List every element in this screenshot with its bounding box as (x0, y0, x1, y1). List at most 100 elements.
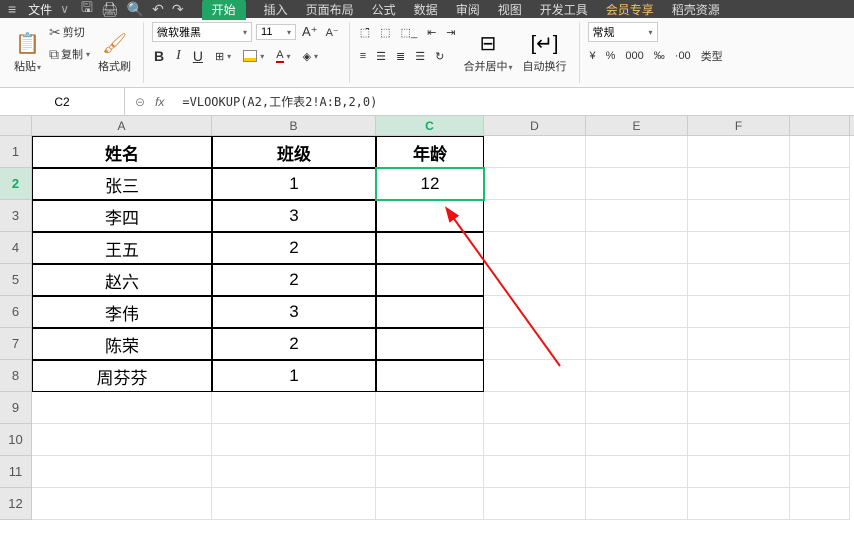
currency-button[interactable]: ¥ (588, 49, 598, 63)
border-button[interactable]: ⊞▾ (213, 49, 233, 64)
underline-button[interactable]: U (191, 47, 205, 65)
cell-style-button[interactable]: ◈▾ (301, 49, 320, 64)
cell-C10[interactable] (376, 424, 484, 456)
cell-A2[interactable]: 张三 (32, 168, 212, 200)
save-icon[interactable]: 🖫 (81, 0, 93, 21)
col-header-D[interactable]: D (484, 116, 586, 135)
cell-G7[interactable] (790, 328, 850, 360)
row-header-12[interactable]: 12 (0, 488, 32, 520)
cell-C9[interactable] (376, 392, 484, 424)
font-name-select[interactable]: 微软雅黑▾ (152, 22, 252, 42)
cell-E12[interactable] (586, 488, 688, 520)
row-header-4[interactable]: 4 (0, 232, 32, 264)
cell-D10[interactable] (484, 424, 586, 456)
row-header-11[interactable]: 11 (0, 456, 32, 488)
cell-B3[interactable]: 3 (212, 200, 376, 232)
increase-indent-button[interactable]: ⇥ (444, 25, 457, 40)
cell-B1[interactable]: 班级 (212, 136, 376, 168)
cell-B8[interactable]: 1 (212, 360, 376, 392)
file-dropdown-icon[interactable]: ∨ (60, 2, 69, 16)
row-header-6[interactable]: 6 (0, 296, 32, 328)
row-header-7[interactable]: 7 (0, 328, 32, 360)
cell-B10[interactable] (212, 424, 376, 456)
cell-C8[interactable] (376, 360, 484, 392)
cut-button[interactable]: ✂剪切 (47, 22, 92, 42)
cell-D12[interactable] (484, 488, 586, 520)
fill-color-button[interactable]: ▾ (241, 49, 266, 63)
cell-F11[interactable] (688, 456, 790, 488)
cell-C3[interactable] (376, 200, 484, 232)
row-header-8[interactable]: 8 (0, 360, 32, 392)
cell-G2[interactable] (790, 168, 850, 200)
cell-A12[interactable] (32, 488, 212, 520)
undo-icon[interactable]: ↶ (152, 1, 164, 18)
cell-A10[interactable] (32, 424, 212, 456)
cell-A5[interactable]: 赵六 (32, 264, 212, 296)
ribbon-tab-page-layout[interactable]: 页面布局 (306, 1, 354, 18)
ribbon-tab-resources[interactable]: 稻壳资源 (672, 1, 720, 18)
orientation-button[interactable]: ↻ (433, 49, 446, 64)
number-format-select[interactable]: 常规▾ (588, 22, 658, 42)
cell-E9[interactable] (586, 392, 688, 424)
cell-C6[interactable] (376, 296, 484, 328)
cell-A6[interactable]: 李伟 (32, 296, 212, 328)
ribbon-tab-home[interactable]: 开始 (202, 0, 246, 20)
cell-B5[interactable]: 2 (212, 264, 376, 296)
cell-F1[interactable] (688, 136, 790, 168)
align-middle-button[interactable]: ⬚ (378, 25, 392, 40)
cell-A1[interactable]: 姓名 (32, 136, 212, 168)
paste-button[interactable]: 📋 粘贴▾ (10, 22, 45, 82)
cell-G12[interactable] (790, 488, 850, 520)
ribbon-tab-formulas[interactable]: 公式 (372, 1, 396, 18)
cell-G5[interactable] (790, 264, 850, 296)
merge-center-button[interactable]: ⊟ 合并居中▾ (460, 22, 517, 82)
cell-F12[interactable] (688, 488, 790, 520)
row-header-5[interactable]: 5 (0, 264, 32, 296)
preview-icon[interactable]: 🔍 (127, 1, 144, 18)
align-right-button[interactable]: ≣ (394, 49, 407, 64)
print-icon[interactable]: 🖨 (101, 1, 119, 18)
cancel-icon[interactable]: ⊝ (135, 95, 145, 109)
bold-button[interactable]: B (152, 47, 166, 65)
cell-B9[interactable] (212, 392, 376, 424)
italic-button[interactable]: I (174, 47, 183, 65)
decrease-font-button[interactable]: A⁻ (324, 25, 341, 40)
justify-button[interactable]: ☰ (413, 49, 427, 64)
row-header-1[interactable]: 1 (0, 136, 32, 168)
row-header-2[interactable]: 2 (0, 168, 32, 200)
cell-E11[interactable] (586, 456, 688, 488)
font-color-button[interactable]: A▾ (274, 48, 292, 64)
cell-D4[interactable] (484, 232, 586, 264)
col-header-A[interactable]: A (32, 116, 212, 135)
cell-E1[interactable] (586, 136, 688, 168)
cell-D11[interactable] (484, 456, 586, 488)
col-header-B[interactable]: B (212, 116, 376, 135)
cell-B4[interactable]: 2 (212, 232, 376, 264)
cell-C1[interactable]: 年龄 (376, 136, 484, 168)
col-header-G[interactable] (790, 116, 850, 135)
cell-C5[interactable] (376, 264, 484, 296)
col-header-E[interactable]: E (586, 116, 688, 135)
cell-C4[interactable] (376, 232, 484, 264)
col-header-F[interactable]: F (688, 116, 790, 135)
cell-G9[interactable] (790, 392, 850, 424)
cell-F10[interactable] (688, 424, 790, 456)
font-size-select[interactable]: 11▾ (256, 24, 296, 40)
cell-E6[interactable] (586, 296, 688, 328)
cell-D9[interactable] (484, 392, 586, 424)
cell-A9[interactable] (32, 392, 212, 424)
col-header-C[interactable]: C (376, 116, 484, 135)
formula-input[interactable]: =VLOOKUP(A2,工作表2!A:B,2,0) (174, 93, 854, 110)
row-header-3[interactable]: 3 (0, 200, 32, 232)
cell-E4[interactable] (586, 232, 688, 264)
cell-C7[interactable] (376, 328, 484, 360)
row-header-9[interactable]: 9 (0, 392, 32, 424)
ribbon-tab-review[interactable]: 审阅 (456, 1, 480, 18)
increase-font-button[interactable]: A⁺ (300, 23, 320, 41)
fx-icon[interactable]: fx (155, 95, 164, 109)
cell-D8[interactable] (484, 360, 586, 392)
app-menu-icon[interactable]: ≡ (4, 1, 20, 17)
file-tab[interactable]: 文件 (20, 1, 60, 18)
cell-D3[interactable] (484, 200, 586, 232)
align-center-button[interactable]: ☰ (374, 49, 388, 64)
